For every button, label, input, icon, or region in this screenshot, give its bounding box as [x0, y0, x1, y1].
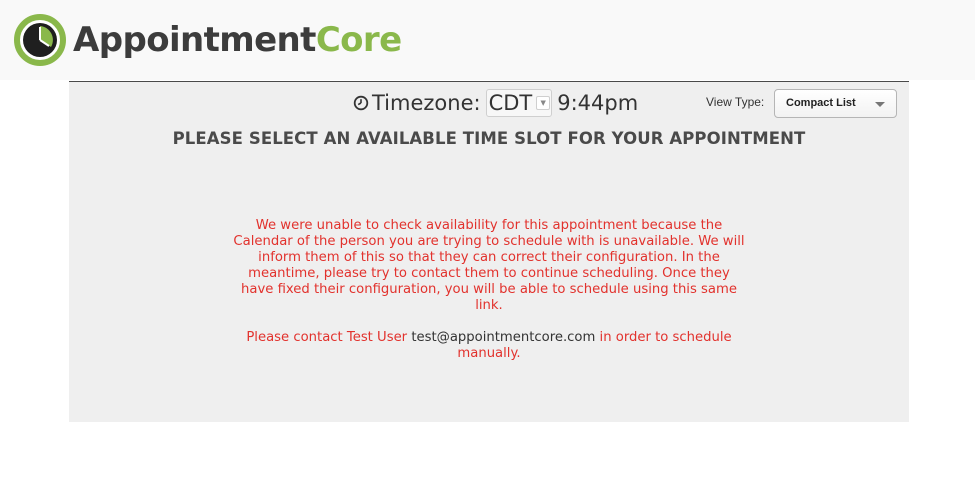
logo-wordmark: AppointmentCore — [73, 14, 402, 66]
timezone-selected-value: CDT — [488, 91, 533, 115]
caret-down-icon — [875, 102, 885, 107]
contact-message: Please contact Test User test@appointmen… — [231, 330, 747, 362]
view-type-label: View Type: — [706, 95, 765, 109]
view-type-selected-value: Compact List — [786, 97, 856, 109]
appointmentcore-logo[interactable]: AppointmentCore — [14, 14, 402, 66]
availability-error-message: We were unable to check availability for… — [233, 218, 745, 313]
timezone-label: Timezone: — [372, 91, 481, 115]
contact-prefix: Please contact Test User — [246, 330, 408, 345]
logo-text-appointment: Appointment — [73, 20, 316, 60]
timezone-select[interactable]: CDT ▼ — [485, 89, 553, 117]
site-header: AppointmentCore — [0, 0, 975, 80]
view-type-dropdown[interactable]: Compact List — [774, 89, 897, 118]
contact-email[interactable]: test@appointmentcore.com — [411, 330, 595, 345]
scheduling-panel: Timezone: CDT ▼ 9:44pm View Type: Compac… — [69, 81, 909, 422]
timezone-bar: Timezone: CDT ▼ 9:44pm — [353, 88, 638, 118]
page-heading: PLEASE SELECT AN AVAILABLE TIME SLOT FOR… — [172, 129, 806, 148]
chevron-down-icon: ▼ — [536, 96, 551, 110]
logo-text-core: Core — [315, 20, 402, 60]
logo-clock-icon — [14, 14, 66, 66]
current-time: 9:44pm — [557, 91, 639, 115]
clock-icon — [353, 95, 369, 111]
